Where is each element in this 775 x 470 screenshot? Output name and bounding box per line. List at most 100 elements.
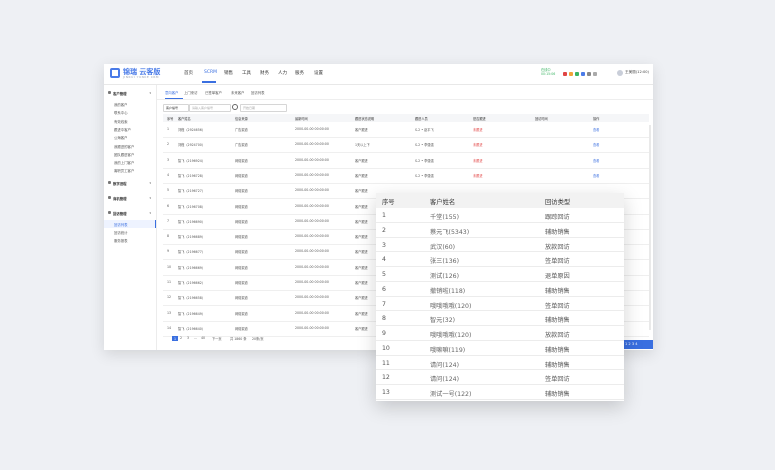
customer-number-select[interactable]: 客户编号 <box>163 104 189 112</box>
tab-item[interactable]: 回访列表 <box>251 90 265 95</box>
zoomed-cell-no: 4 <box>382 256 386 264</box>
nav-item[interactable]: 服务 <box>295 70 304 76</box>
sidebar-item[interactable]: 团队跟进客户 <box>104 150 156 158</box>
zoomed-table-row[interactable]: 11 请问(124) 辅助销售 <box>376 356 624 371</box>
toolbar-app-icon[interactable] <box>563 72 567 76</box>
tab-item[interactable]: 上门来访 <box>184 90 198 95</box>
sidebar-item[interactable]: 跟进中客户 <box>104 125 156 133</box>
table-cell: 2000-00-00 00:00:00 <box>295 310 329 315</box>
user-avatar[interactable] <box>617 70 623 76</box>
zoomed-table-row[interactable]: 9 哦哦哦哦(120) 放款回访 <box>376 326 624 341</box>
table-cell: 智飞（2196669） <box>178 265 205 270</box>
table-cell: 2000-00-00 00:00:00 <box>295 157 329 162</box>
table-cell: 2000-00-00 00:00:00 <box>295 203 329 208</box>
toolbar-app-icon[interactable] <box>593 72 597 76</box>
zoomed-table-row[interactable]: 7 哦哦哦哦(120) 签单回访 <box>376 297 624 312</box>
customer-number-input[interactable]: 请输入客户编号 <box>189 104 231 112</box>
table-cell: 智飞（2196689） <box>178 235 205 240</box>
zoomed-cell-no: 13 <box>382 389 390 396</box>
nav-item[interactable]: 人力 <box>278 70 287 76</box>
toolbar-app-icon[interactable] <box>575 72 579 76</box>
sidebar-group[interactable]: 回访管理 ▾ <box>104 209 156 217</box>
table-cell: S-2 • 李强强 <box>415 143 434 148</box>
nav-item[interactable]: 财务 <box>260 70 269 76</box>
nav-item[interactable]: SCRM <box>204 70 217 75</box>
pagination-item[interactable]: 3 <box>187 336 189 340</box>
sidebar-item[interactable]: 回访统计 <box>104 228 156 236</box>
table-cell: 10 <box>167 264 172 269</box>
zoomed-header-cell: 序号 <box>382 199 395 206</box>
pagination-item[interactable]: 下一页 <box>212 336 222 341</box>
view-link[interactable]: 查看 <box>593 158 599 163</box>
logo[interactable]: 锦瑞 云客版 JINRUI YUNKE CRM <box>110 67 170 81</box>
view-link[interactable]: 查看 <box>593 173 599 178</box>
pagination-item[interactable]: 20条/页 <box>252 336 264 341</box>
table-row[interactable]: 3 智飞（2196924） 网络渠道 2000-00-00 00:00:00 客户跟进 S… <box>163 153 649 169</box>
sidebar-group[interactable]: 数字进程 ▾ <box>104 179 156 187</box>
pagination-item[interactable]: 1 <box>172 336 179 341</box>
toolbar-app-icon[interactable] <box>587 72 591 76</box>
toolbar-app-icon[interactable] <box>569 72 573 76</box>
sidebar-item-label: 回访列表 <box>114 222 128 227</box>
table-header-cell: 信息来源 <box>235 117 248 121</box>
sidebar-item[interactable]: 我的上门客户 <box>104 158 156 166</box>
table-cell: 2000-00-00 00:00:00 <box>295 325 329 330</box>
table-row[interactable]: 2 刘程（2924700） 广告渠道 2000-00-00 00:00:00 1天以上下… <box>163 137 649 154</box>
date-filter-input[interactable]: 开始日期 <box>240 104 287 112</box>
tab-item[interactable]: 已签单客户 <box>205 90 222 95</box>
table-row[interactable]: 4 智飞（2196728） 网络渠道 2000-00-00 00:00:00 客户跟进 S… <box>163 168 649 184</box>
zoomed-table-row[interactable]: 4 张三(136) 签单回访 <box>376 252 624 267</box>
zoomed-cell-no: 10 <box>382 344 390 352</box>
table-cell: 2000-00-00 00:00:00 <box>295 142 329 147</box>
sidebar-item[interactable]: 我跟进的客户 <box>104 142 156 150</box>
pagination-overflow[interactable]: 1 2 3 4 <box>622 340 653 349</box>
sidebar-group-icon <box>108 195 111 199</box>
table-cell: 未跟进 <box>473 143 483 148</box>
zoomed-table-row[interactable]: 2 蔡元飞(5343) 辅助销售 <box>376 223 624 238</box>
pagination-item[interactable]: 共 1860 条 <box>230 336 247 341</box>
table-cell: 网络渠道 <box>235 158 248 163</box>
table-cell: 2000-00-00 00:00:00 <box>295 249 329 254</box>
zoomed-table-row[interactable]: 12 请问(124) 签单回访 <box>376 370 624 385</box>
user-name[interactable]: 王美丽(12:00) <box>625 70 649 75</box>
sidebar-item-label: 离职员工客户 <box>114 169 135 174</box>
table-cell: 6 <box>167 203 170 208</box>
zoomed-table-row[interactable]: 6 撤销啦(118) 辅助销售 <box>376 282 624 297</box>
pagination-item[interactable]: 40 <box>201 336 205 340</box>
toolbar-app-icon[interactable] <box>581 72 585 76</box>
zoomed-table-row[interactable]: 1 千堂(155) 跟踪回访 <box>376 208 624 223</box>
zoomed-cell-type: 放款回访 <box>545 243 570 251</box>
nav-item[interactable]: 工具 <box>242 70 251 76</box>
zoomed-table-row[interactable]: 13 测试一号(122) 辅助销售 <box>376 385 624 400</box>
search-icon[interactable] <box>232 104 238 110</box>
pagination-item[interactable]: ... <box>194 336 197 340</box>
nav-item[interactable]: 设置 <box>314 70 323 76</box>
pagination-item[interactable]: 2 <box>180 336 182 340</box>
nav-item[interactable]: 首页 <box>184 70 193 76</box>
sidebar-item[interactable]: 回访列表 <box>104 219 156 228</box>
table-header: 序号 客户姓名 信息来源 最新时间 跟进状态说明 跟进人员 是否跟进 回访时间 操作 <box>163 114 649 122</box>
tab-item[interactable]: 意向客户 <box>165 90 179 95</box>
view-link[interactable]: 查看 <box>593 142 599 147</box>
sidebar-group[interactable]: 商机管理 ▾ <box>104 194 156 202</box>
sidebar-item[interactable]: 联系中心 <box>104 108 156 116</box>
sidebar-item[interactable]: 离职员工客户 <box>104 166 156 174</box>
zoomed-cell-type: 签单回访 <box>545 258 570 266</box>
sidebar-item[interactable]: 公海客户 <box>104 133 156 141</box>
zoomed-table-row[interactable]: 10 哦嘛嘛(119) 辅助销售 <box>376 341 624 356</box>
zoomed-table-row[interactable]: 3 武汉(60) 放款回访 <box>376 238 624 253</box>
table-scrollbar[interactable] <box>649 125 651 330</box>
sidebar-group[interactable]: 客户管理 ▾ <box>104 89 156 97</box>
table-row[interactable]: 1 刘程（2924656） 广告渠道 2000-00-00 00:00:00 客户跟进 S… <box>163 122 649 138</box>
sidebar-item[interactable]: 我的客户 <box>104 100 156 108</box>
nav-item[interactable]: 销售 <box>224 70 233 76</box>
table-cell: 1天以上下 <box>355 143 370 148</box>
zoomed-table-row[interactable]: 8 智元(32) 辅助销售 <box>376 311 624 326</box>
table-cell: 未跟进 <box>473 158 483 163</box>
zoomed-table-row[interactable]: 5 测试(126) 退单原因 <box>376 267 624 282</box>
table-cell: 客户跟进 <box>355 296 368 301</box>
tab-item[interactable]: 未来客户 <box>231 90 245 95</box>
view-link[interactable]: 查看 <box>593 127 599 132</box>
sidebar-item[interactable]: 服务报表 <box>104 236 156 244</box>
sidebar-item[interactable]: 有效线索 <box>104 117 156 125</box>
